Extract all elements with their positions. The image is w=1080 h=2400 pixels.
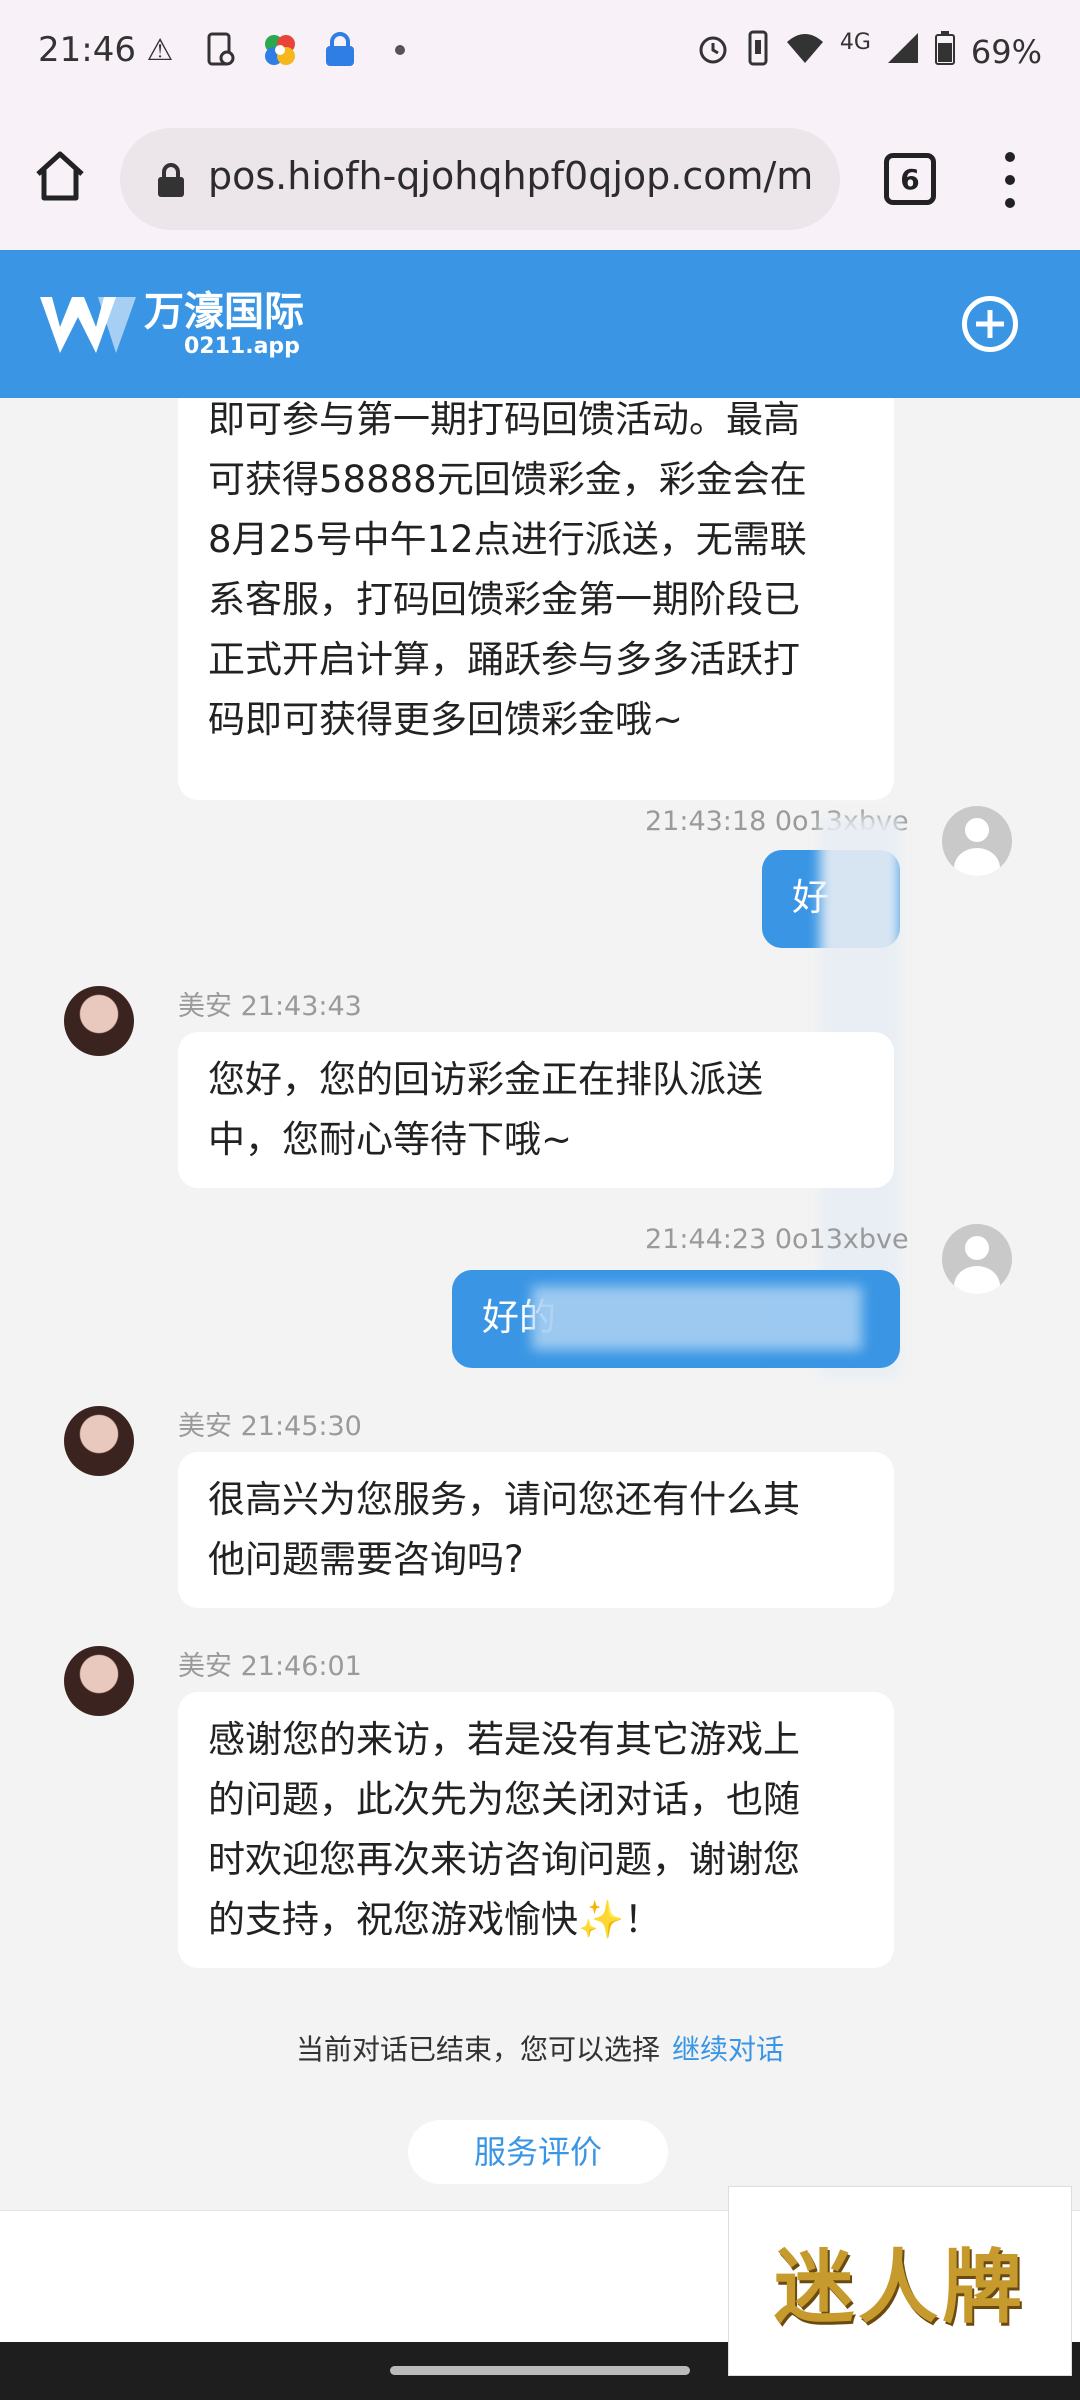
status-bar: 21:46 ⚠ 4G 69%: [0, 0, 1080, 110]
message-line: 系客服，打码回馈彩金第一期阶段已: [208, 578, 800, 621]
message-line: 的问题，此次先为您关闭对话，也随: [208, 1778, 800, 1821]
add-button[interactable]: [962, 296, 1018, 352]
alarm-icon: [696, 31, 730, 73]
signal-icon: [887, 32, 919, 72]
redaction-blur: [532, 1286, 862, 1350]
status-right: 4G 69%: [696, 30, 1042, 74]
message-line: 的支持，祝您游戏愉快✨！: [208, 1898, 662, 1941]
message-line: 8月25号中午12点进行派送，无需联: [208, 518, 807, 561]
user-avatar: [942, 806, 1012, 876]
site-header: 万濠国际 0211.app: [0, 250, 1080, 398]
tab-switcher-button[interactable]: 6: [884, 153, 936, 205]
user-avatar: [942, 1224, 1012, 1294]
menu-dot-icon: [1005, 175, 1015, 185]
user-message-meta: 21:44:23 0o13xbve: [645, 1224, 909, 1255]
continue-chat-link[interactable]: 继续对话: [672, 2033, 784, 2066]
message-line: 他问题需要咨询吗?: [208, 1538, 524, 1581]
agent-message-meta: 美安 21:43:43: [178, 991, 362, 1022]
agent-message-bubble: 很高兴为您服务，请问您还有什么其 他问题需要咨询吗?: [178, 1452, 894, 1608]
home-icon: [36, 151, 84, 201]
battery-icon: [934, 31, 955, 73]
message-line: 时欢迎您再次来访咨询问题，谢谢您: [208, 1838, 800, 1881]
home-button[interactable]: [30, 146, 90, 206]
home-gesture-handle[interactable]: [390, 2366, 690, 2375]
chat-area[interactable]: 即可参与第一期打码回馈活动。最高 可获得58888元回馈彩金，彩金会在 8月25…: [0, 398, 1080, 2210]
warning-icon: ⚠: [146, 32, 174, 68]
watermark-text: 迷人牌: [774, 2240, 1026, 2334]
url-text: pos.hiofh-qjohqhpf0qjop.com/m: [208, 154, 814, 198]
site-logo[interactable]: 万濠国际 0211.app: [38, 290, 304, 360]
agent-message-meta: 美安 21:45:30: [178, 1411, 362, 1442]
wifi-icon: [786, 32, 824, 72]
lock-app-icon: [320, 30, 360, 70]
message-line: 中，您耐心等待下哦~: [208, 1118, 573, 1161]
dot-icon: [380, 30, 420, 70]
menu-dot-icon: [1005, 198, 1015, 208]
vibrate-icon: [746, 30, 770, 74]
brand-name: 万濠国际: [144, 289, 304, 335]
battery-level: 69%: [970, 33, 1042, 71]
agent-message-bubble: 即可参与第一期打码回馈活动。最高 可获得58888元回馈彩金，彩金会在 8月25…: [178, 398, 894, 800]
notification-icons: ⚠: [140, 30, 420, 70]
brand-domain: 0211.app: [184, 334, 300, 359]
message-line: 正式开启计算，踊跃参与多多活跃打: [208, 638, 800, 681]
watermark-logo: 迷人牌: [728, 2186, 1072, 2376]
message-line: 码即可获得更多回馈彩金哦~: [208, 698, 684, 741]
message-line: 很高兴为您服务，请问您还有什么其: [208, 1478, 800, 1521]
user-message-bubble: 好的: [452, 1270, 900, 1368]
agent-message-bubble: 您好，您的回访彩金正在排队派送 中，您耐心等待下哦~: [178, 1032, 894, 1188]
address-bar[interactable]: pos.hiofh-qjohqhpf0qjop.com/m: [120, 128, 840, 230]
agent-avatar: [64, 986, 134, 1056]
rate-service-button[interactable]: 服务评价: [408, 2120, 668, 2184]
agent-message-meta: 美安 21:46:01: [178, 1651, 362, 1682]
agent-avatar: [64, 1406, 134, 1476]
lock-icon: [158, 163, 184, 197]
colorful-app-icon: [260, 30, 300, 70]
message-line: 您好，您的回访彩金正在排队派送: [208, 1058, 763, 1101]
status-time: 21:46: [38, 30, 136, 70]
menu-dot-icon: [1005, 152, 1015, 162]
ended-text: 当前对话已结束，您可以选择: [295, 2033, 660, 2066]
conversation-ended-notice: 当前对话已结束，您可以选择 继续对话: [0, 2028, 1080, 2068]
network-type: 4G: [839, 29, 871, 55]
message-line: 即可参与第一期打码回馈活动。最高: [208, 398, 800, 441]
w-logo-icon: [40, 297, 136, 353]
agent-avatar: [64, 1646, 134, 1716]
message-line: 可获得58888元回馈彩金，彩金会在: [208, 458, 807, 501]
overflow-menu-button[interactable]: [996, 150, 1024, 210]
agent-message-bubble: 感谢您的来访，若是没有其它游戏上 的问题，此次先为您关闭对话，也随 时欢迎您再次…: [178, 1692, 894, 1968]
message-line: 感谢您的来访，若是没有其它游戏上: [208, 1718, 800, 1761]
browser-toolbar: pos.hiofh-qjohqhpf0qjop.com/m 6: [0, 110, 1080, 250]
phone-sync-icon: [200, 30, 240, 70]
